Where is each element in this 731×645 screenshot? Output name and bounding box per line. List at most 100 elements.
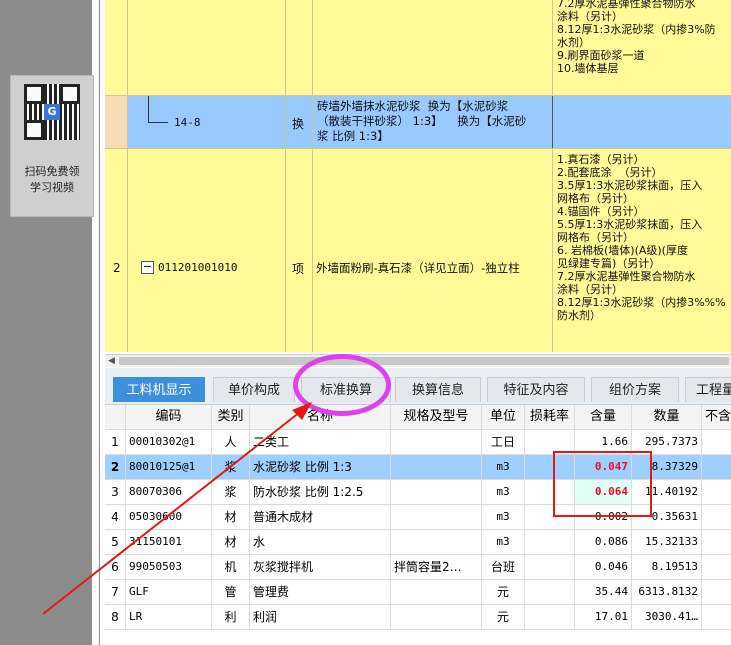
row-index[interactable]: 7	[105, 580, 126, 604]
tab-conversion-info[interactable]: 换算信息	[395, 377, 481, 402]
name-cell[interactable]: 利润	[250, 605, 391, 629]
tab-pricing-scheme[interactable]: 组价方案	[591, 377, 679, 402]
unit-cell[interactable]: 元	[482, 605, 525, 629]
category-cell[interactable]: 人	[212, 430, 250, 454]
tab-resource-display[interactable]: 工料机显示	[113, 377, 205, 402]
header-excl[interactable]: 不含	[702, 405, 731, 429]
row-index[interactable]: 6	[105, 555, 126, 579]
content-cell[interactable]: 35.44	[575, 580, 632, 604]
row-index[interactable]: 5	[105, 530, 126, 554]
excl-cell[interactable]	[702, 555, 731, 579]
excl-cell[interactable]	[702, 455, 731, 479]
scrollbar-thumb[interactable]	[119, 357, 729, 365]
excl-cell[interactable]	[702, 605, 731, 629]
header-category[interactable]: 类别	[212, 405, 250, 429]
name-cell[interactable]: 水	[250, 530, 391, 554]
category-cell[interactable]: 利	[212, 605, 250, 629]
upper-row-2[interactable]: 2 − 011201001010 项 外墙面粉刷-真石漆（详见立面）-独立柱 1…	[105, 149, 731, 352]
code-cell[interactable]: 05030600	[126, 505, 212, 529]
code-cell[interactable]: 80010125@1	[126, 455, 212, 479]
excl-cell[interactable]	[702, 530, 731, 554]
header-code[interactable]: 编码	[126, 405, 212, 429]
header-spec[interactable]: 规格及型号	[391, 405, 482, 429]
unit-cell[interactable]: 元	[482, 580, 525, 604]
loss-rate-cell[interactable]	[525, 580, 575, 604]
row-index[interactable]: 1	[105, 430, 126, 454]
name-cell[interactable]: 外墙面粉刷-真石漆（详见立面）-独立柱	[313, 149, 553, 352]
tab-quantity[interactable]: 工程量明	[685, 377, 731, 423]
unit-cell[interactable]: m3	[482, 505, 525, 529]
unit-cell[interactable]: 工日	[482, 430, 525, 454]
content-cell[interactable]: 17.01	[575, 605, 632, 629]
category-cell[interactable]: 浆	[212, 455, 250, 479]
row-index[interactable]: 2	[105, 455, 126, 479]
spec-cell[interactable]: 拌筒容量2…	[391, 555, 482, 579]
upper-row-sub-selected[interactable]: 14-8 换 砖墙外墙抹水泥砂浆 换为【水泥砂浆 （散装干拌砂浆） 1:3】 换为…	[105, 96, 731, 149]
name-cell[interactable]: 管理费	[250, 580, 391, 604]
category-cell[interactable]: 材	[212, 505, 250, 529]
table-row[interactable]: 5 31150101 材水 m3 0.086 15.32133	[105, 530, 731, 555]
name-cell[interactable]: 普通木成材	[250, 505, 391, 529]
code-cell[interactable]: 14-8	[128, 96, 286, 148]
collapse-toggle-icon[interactable]: −	[141, 261, 154, 274]
loss-rate-cell[interactable]	[525, 555, 575, 579]
qr-panel[interactable]: G 扫码免费领 学习视频	[10, 75, 94, 217]
content-cell[interactable]: 0.086	[575, 530, 632, 554]
text-line: 9.刷界面砂浆一道	[557, 49, 645, 62]
code-cell[interactable]: GLF	[126, 580, 212, 604]
spec-cell[interactable]	[391, 480, 482, 504]
row-index[interactable]: 3	[105, 480, 126, 504]
scroll-left-icon[interactable]: ◀	[108, 355, 115, 367]
header-loss-rate[interactable]: 损耗率	[525, 405, 575, 429]
highlight-box	[553, 451, 652, 517]
table-row[interactable]: 6 99050503 机灰浆搅拌机 拌筒容量2… 台班 0.046 8.19513	[105, 555, 731, 580]
excl-cell[interactable]	[702, 480, 731, 504]
excl-cell[interactable]	[702, 430, 731, 454]
loss-rate-cell[interactable]	[525, 605, 575, 629]
category-cell[interactable]: 机	[212, 555, 250, 579]
tab-unit-price[interactable]: 单价构成	[213, 377, 295, 402]
excl-cell[interactable]	[702, 505, 731, 529]
code-cell[interactable]: 31150101	[126, 530, 212, 554]
horizontal-scrollbar[interactable]: ◀	[105, 354, 731, 367]
unit-cell[interactable]: 台班	[482, 555, 525, 579]
excl-cell[interactable]	[702, 580, 731, 604]
table-row[interactable]: 7 GLF 管管理费 元 35.44 6313.8132	[105, 580, 731, 605]
spec-cell[interactable]	[391, 430, 482, 454]
code-cell[interactable]: 80070306	[126, 480, 212, 504]
header-content[interactable]: 含量	[575, 405, 632, 429]
code-cell[interactable]: 00010302@1	[126, 430, 212, 454]
spec-cell[interactable]	[391, 605, 482, 629]
unit-cell[interactable]: m3	[482, 530, 525, 554]
spec-cell[interactable]	[391, 505, 482, 529]
row-index[interactable]: 8	[105, 605, 126, 629]
category-cell[interactable]: 浆	[212, 480, 250, 504]
header-unit[interactable]: 单位	[482, 405, 525, 429]
header-quantity[interactable]: 数量	[632, 405, 702, 429]
code-cell[interactable]: LR	[126, 605, 212, 629]
name-cell[interactable]: 灰浆搅拌机	[250, 555, 391, 579]
quantity-cell[interactable]: 3030.41…	[632, 605, 702, 629]
upper-row-top[interactable]: 7.2厚水泥基弹性聚合物防水 涂料（另计） 8.12厚1:3水泥砂浆（内掺3%防 水剂…	[105, 0, 731, 96]
spec-cell[interactable]	[391, 455, 482, 479]
quantity-cell[interactable]: 8.19513	[632, 555, 702, 579]
loss-rate-cell[interactable]	[525, 530, 575, 554]
category-cell[interactable]: 材	[212, 530, 250, 554]
quantity-cell[interactable]: 15.32133	[632, 530, 702, 554]
code-cell[interactable]: − 011201001010	[128, 149, 286, 352]
unit-cell[interactable]: m3	[482, 480, 525, 504]
name-cell[interactable]: 二类工	[250, 430, 391, 454]
name-cell[interactable]: 防水砂浆 比例 1:2.5	[250, 480, 391, 504]
category-cell[interactable]: 管	[212, 580, 250, 604]
name-cell[interactable]: 水泥砂浆 比例 1:3	[250, 455, 391, 479]
row-index[interactable]: 4	[105, 505, 126, 529]
content-cell[interactable]: 0.046	[575, 555, 632, 579]
quantity-cell[interactable]: 6313.8132	[632, 580, 702, 604]
table-row[interactable]: 8 LR 利利润 元 17.01 3030.41…	[105, 605, 731, 630]
spec-cell[interactable]	[391, 580, 482, 604]
unit-cell[interactable]: m3	[482, 455, 525, 479]
name-cell[interactable]: 砖墙外墙抹水泥砂浆 换为【水泥砂浆 （散装干拌砂浆） 1:3】 换为【水泥砂浆 比…	[313, 96, 553, 148]
spec-cell[interactable]	[391, 530, 482, 554]
tab-features[interactable]: 特征及内容	[487, 377, 585, 402]
code-cell[interactable]: 99050503	[126, 555, 212, 579]
